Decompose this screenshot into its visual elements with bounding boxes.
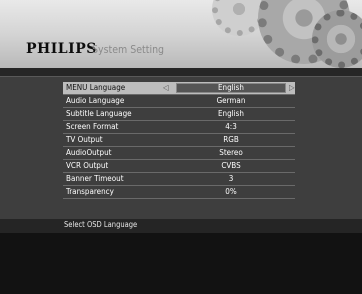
arrow-right-icon[interactable]: ▷ [289,82,295,94]
menu-row-label: MENU Language [66,83,126,92]
bottom-area [0,233,362,294]
menu-row-tv-output[interactable]: TV Output RGB [63,134,295,147]
menu-row-label: TV Output [66,135,103,144]
menu-row-value: RGB [223,135,239,144]
menu-row-screen-format[interactable]: Screen Format 4:3 [63,121,295,134]
menu-row-label: Audio Language [66,96,125,105]
arrow-left-icon[interactable]: ◁ [163,82,169,94]
menu-row-value: 0% [225,187,237,196]
menu-row-transparency[interactable]: Transparency 0% [63,186,295,199]
menu-row-value: Stereo [219,148,243,157]
brand-logo: PHILIPS [26,41,97,57]
menu-row-menu-language[interactable]: MENU Language ◁ English ▷ [63,82,295,95]
menu-row-value: CVBS [221,161,241,170]
menu-row-label: VCR Output [66,161,109,170]
menu-row-label: Transparency [66,187,114,196]
menu-row-audio-output[interactable]: AudioOutput Stereo [63,147,295,160]
menu-row-value: English [218,83,244,92]
menu-row-value: English [218,109,244,118]
gear-decoration [312,10,362,68]
menu-row-label: Subtitle Language [66,109,132,118]
status-bar: Select OSD Language [0,219,362,233]
osd-screen: PHILIPS System Setting MENU Language ◁ E… [0,0,362,294]
menu-row-value: 3 [228,174,234,183]
settings-menu: MENU Language ◁ English ▷ Audio Language… [63,82,295,199]
menu-row-value: 4:3 [225,122,237,131]
header-banner: PHILIPS System Setting [0,0,362,68]
status-hint: Select OSD Language [64,220,138,229]
menu-row-label: AudioOutput [66,148,112,157]
menu-row-audio-language[interactable]: Audio Language German [63,95,295,108]
menu-row-banner-timeout[interactable]: Banner Timeout 3 [63,173,295,186]
menu-row-vcr-output[interactable]: VCR Output CVBS [63,160,295,173]
menu-row-subtitle-language[interactable]: Subtitle Language English [63,108,295,121]
page-title: System Setting [92,44,165,56]
menu-row-label: Screen Format [66,122,119,131]
menu-row-label: Banner Timeout [66,174,124,183]
menu-row-value: German [216,96,246,105]
